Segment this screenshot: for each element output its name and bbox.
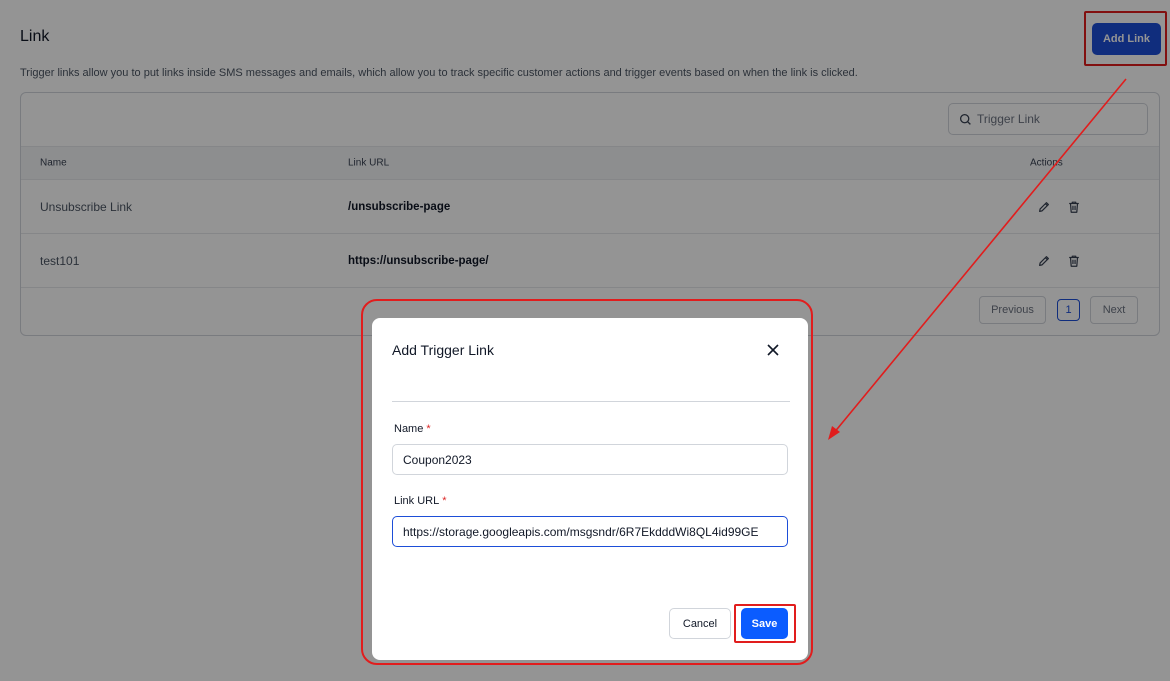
modal-divider (392, 401, 790, 402)
required-mark: * (442, 495, 447, 507)
save-highlight (734, 604, 796, 643)
required-mark: * (426, 423, 431, 435)
modal-title: Add Trigger Link (392, 342, 494, 358)
name-label-text: Name (394, 423, 424, 435)
link-url-label-text: Link URL (394, 495, 440, 507)
close-icon (767, 344, 779, 356)
name-label: Name * (394, 423, 431, 435)
link-url-input[interactable] (392, 516, 788, 547)
page: Link Trigger links allow you to put link… (0, 0, 1170, 681)
cancel-button[interactable]: Cancel (669, 608, 731, 639)
link-url-label: Link URL * (394, 495, 447, 507)
name-input[interactable] (392, 444, 788, 475)
close-button[interactable] (766, 344, 780, 358)
